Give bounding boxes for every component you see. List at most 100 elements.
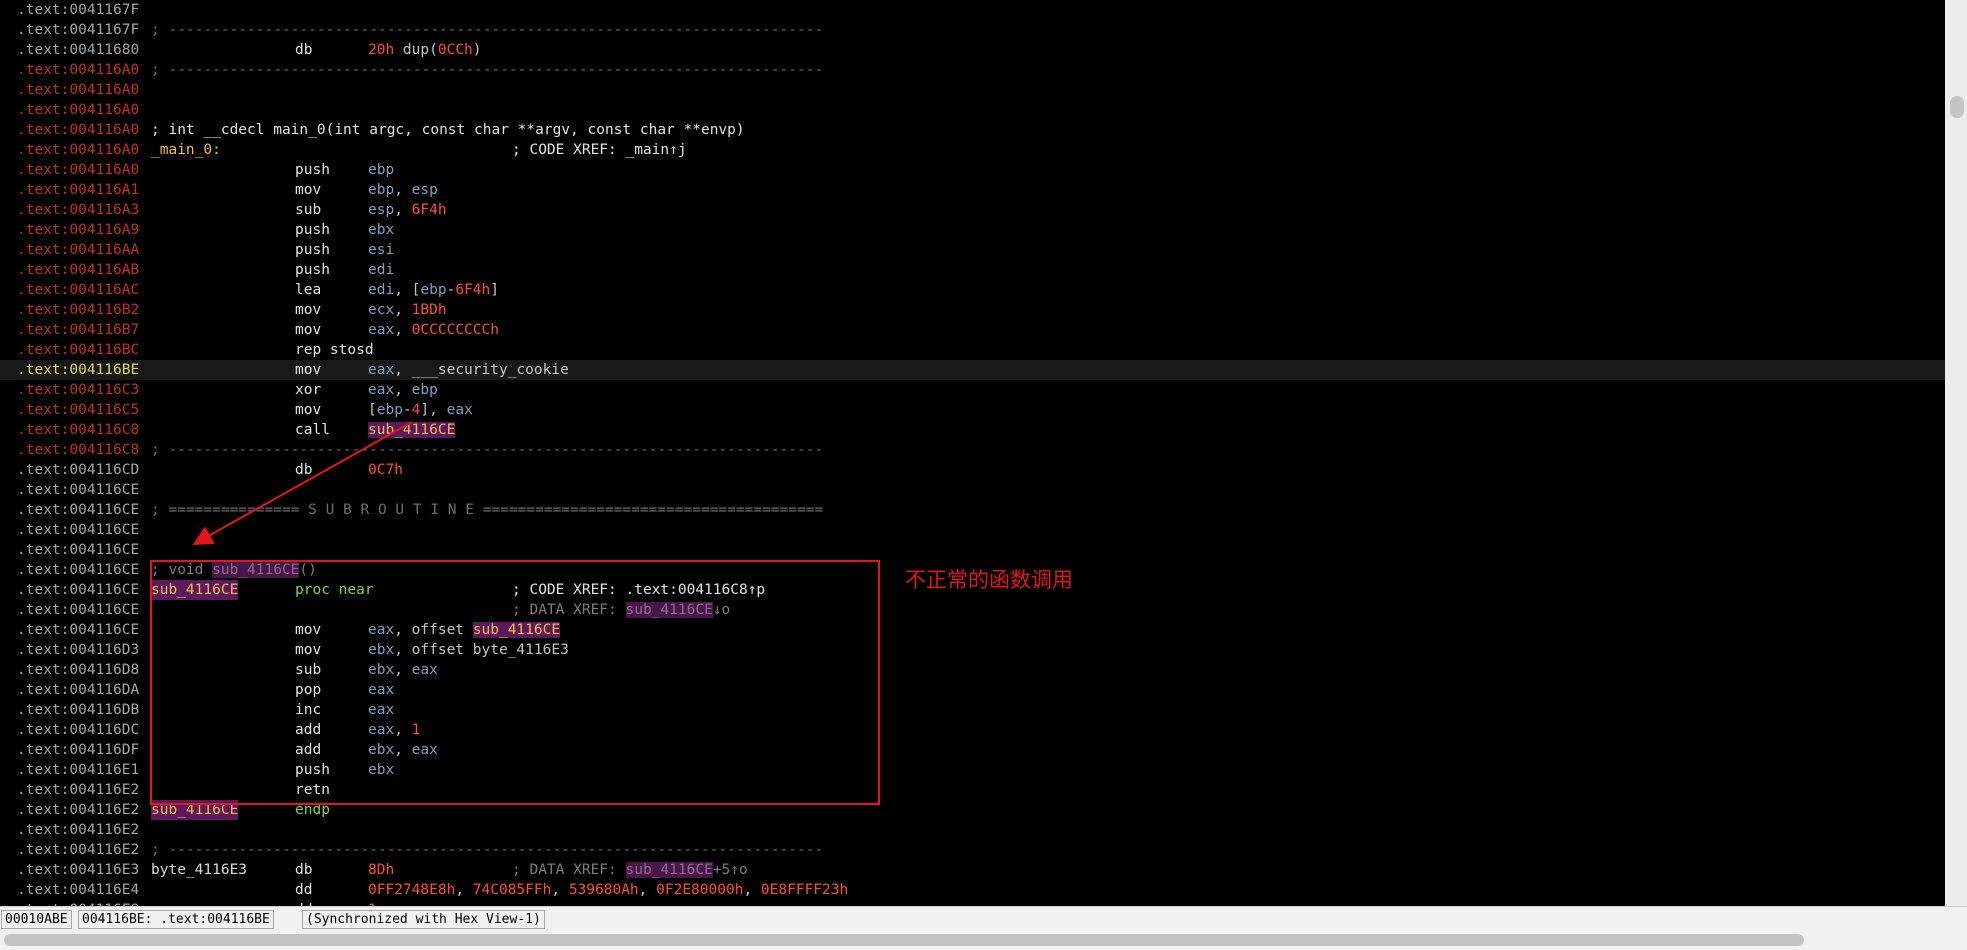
listing-line[interactable]: .text:004116AA push esi: [0, 240, 1945, 260]
listing-line[interactable]: .text:004116C3 xor eax, ebp: [0, 380, 1945, 400]
mnemonic: push: [295, 162, 330, 178]
listing-line[interactable]: .text:004116CD db 0C7h: [0, 460, 1945, 480]
listing-line[interactable]: .text:00411680 db 20h dup(0CCh): [0, 40, 1945, 60]
operand-token: 0FF2748E8h: [368, 882, 456, 898]
address[interactable]: .text:004116A0: [17, 100, 139, 120]
operand-token: ],: [420, 402, 447, 418]
address[interactable]: .text:0041167F: [17, 0, 139, 20]
address[interactable]: .text:004116E3: [17, 860, 139, 880]
address[interactable]: .text:004116C3: [17, 380, 139, 400]
listing-line[interactable]: .text:0041167F ; ------------------------…: [0, 20, 1945, 40]
listing-line[interactable]: .text:004116BE mov eax, ___security_cookie: [0, 360, 1945, 380]
address[interactable]: .text:004116C8: [17, 420, 139, 440]
status-bar: 00010ABE 004116BE: .text:004116BE (Synch…: [0, 906, 1967, 931]
listing-line[interactable]: .text:004116A0 push ebp: [0, 160, 1945, 180]
address[interactable]: .text:004116A0: [17, 120, 139, 140]
address[interactable]: .text:004116CE: [17, 520, 139, 540]
listing-line[interactable]: .text:004116CE ; =============== S U B R …: [0, 500, 1945, 520]
listing-line[interactable]: .text:004116B2 mov ecx, 1BDh: [0, 300, 1945, 320]
address[interactable]: .text:004116CE: [17, 560, 139, 580]
listing-line[interactable]: .text:004116E4 dd 0FF2748E8h, 74C085FFh, 5…: [0, 880, 1945, 900]
vertical-scrollbar[interactable]: [1945, 0, 1967, 906]
address[interactable]: .text:004116A9: [17, 220, 139, 240]
operand-token: ecx: [368, 302, 395, 318]
address[interactable]: .text:004116B7: [17, 320, 139, 340]
listing-line[interactable]: .text:004116CE: [0, 520, 1945, 540]
address[interactable]: .text:004116A1: [17, 180, 139, 200]
listing-line[interactable]: .text:004116E2 ; ------------------------…: [0, 840, 1945, 860]
address[interactable]: .text:004116A3: [17, 200, 139, 220]
address[interactable]: .text:004116BE: [17, 360, 139, 380]
address[interactable]: .text:004116A0: [17, 140, 139, 160]
xref-target[interactable]: sub_4116CE: [625, 862, 713, 878]
address[interactable]: .text:004116B2: [17, 300, 139, 320]
listing-line[interactable]: .text:004116E3 byte_4116E3 db 8Dh ; DATA XRE…: [0, 860, 1945, 880]
listing-line[interactable]: .text:004116E2: [0, 820, 1945, 840]
address[interactable]: .text:004116A0: [17, 160, 139, 180]
vertical-scrollbar-thumb[interactable]: [1950, 96, 1964, 118]
mnemonic: push: [295, 222, 330, 238]
address[interactable]: .text:004116A0: [17, 60, 139, 80]
listing-line[interactable]: .text:004116A0 ; int __cdecl main_0(int a…: [0, 120, 1945, 140]
operand-token: ,: [743, 882, 761, 898]
listing-line[interactable]: .text:004116A9 push ebx: [0, 220, 1945, 240]
address[interactable]: .text:004116A0: [17, 80, 139, 100]
listing-line[interactable]: .text:004116CE: [0, 480, 1945, 500]
address[interactable]: .text:004116CE: [17, 500, 139, 520]
address[interactable]: .text:00411680: [17, 40, 139, 60]
address[interactable]: .text:004116E2: [17, 780, 139, 800]
separator-comment: ; --------------------------------------…: [151, 842, 824, 858]
operand-token: 0CCCCCCCCh: [411, 322, 499, 338]
address[interactable]: .text:004116BC: [17, 340, 139, 360]
address[interactable]: .text:004116D3: [17, 640, 139, 660]
listing-line[interactable]: .text:0041167F: [0, 0, 1945, 20]
address[interactable]: .text:004116DA: [17, 680, 139, 700]
listing-line[interactable]: .text:004116C8 call sub_4116CE: [0, 420, 1945, 440]
listing-line[interactable]: .text:004116A0 ; ------------------------…: [0, 60, 1945, 80]
listing-line[interactable]: .text:004116A0: [0, 100, 1945, 120]
address[interactable]: .text:004116CE: [17, 600, 139, 620]
address[interactable]: .text:004116AC: [17, 280, 139, 300]
address[interactable]: .text:004116C8: [17, 440, 139, 460]
listing-line[interactable]: .text:004116A1 mov ebp, esp: [0, 180, 1945, 200]
horizontal-scrollbar-thumb[interactable]: [4, 934, 1804, 946]
listing-line[interactable]: .text:004116C8 ; ------------------------…: [0, 440, 1945, 460]
address[interactable]: .text:004116CE: [17, 580, 139, 600]
operand-token: ,: [394, 182, 412, 198]
address[interactable]: .text:004116E2: [17, 800, 139, 820]
label[interactable]: _main_0:: [151, 140, 221, 160]
address[interactable]: .text:004116E1: [17, 760, 139, 780]
listing-line[interactable]: .text:004116A0: [0, 80, 1945, 100]
address[interactable]: .text:004116DC: [17, 720, 139, 740]
operand-token: ebp: [368, 182, 395, 198]
address[interactable]: .text:0041167F: [17, 20, 139, 40]
address[interactable]: .text:004116CE: [17, 620, 139, 640]
address[interactable]: .text:004116CE: [17, 480, 139, 500]
address[interactable]: .text:004116CD: [17, 460, 139, 480]
listing-line[interactable]: .text:004116AB push edi: [0, 260, 1945, 280]
separator-comment: ; --------------------------------------…: [151, 442, 824, 458]
address[interactable]: .text:004116DB: [17, 700, 139, 720]
label[interactable]: byte_4116E3: [151, 860, 247, 880]
listing-line[interactable]: .text:004116B7 mov eax, 0CCCCCCCCh: [0, 320, 1945, 340]
address[interactable]: .text:004116E4: [17, 880, 139, 900]
listing-line[interactable]: .text:004116A0 _main_0: ; CODE XREF: _main…: [0, 140, 1945, 160]
address[interactable]: .text:004116DF: [17, 740, 139, 760]
address[interactable]: .text:004116D8: [17, 660, 139, 680]
address[interactable]: .text:004116E2: [17, 820, 139, 840]
address[interactable]: .text:004116AA: [17, 240, 139, 260]
separator-comment: ; --------------------------------------…: [151, 62, 824, 78]
listing-line[interactable]: .text:004116BC rep stosd: [0, 340, 1945, 360]
address[interactable]: .text:004116C5: [17, 400, 139, 420]
horizontal-scrollbar[interactable]: [0, 930, 1967, 950]
listing-line[interactable]: .text:004116A3 sub esp, 6F4h: [0, 200, 1945, 220]
function-reference[interactable]: sub_4116CE: [368, 422, 456, 438]
operand-token: esi: [368, 242, 395, 258]
address[interactable]: .text:004116E2: [17, 840, 139, 860]
address[interactable]: .text:004116AB: [17, 260, 139, 280]
listing-line[interactable]: .text:004116CE: [0, 540, 1945, 560]
listing-line[interactable]: .text:004116AC lea edi, [ebp-6F4h]: [0, 280, 1945, 300]
address[interactable]: .text:004116CE: [17, 540, 139, 560]
listing-line[interactable]: .text:004116C5 mov [ebp-4], eax: [0, 400, 1945, 420]
operands: edi: [368, 260, 394, 280]
